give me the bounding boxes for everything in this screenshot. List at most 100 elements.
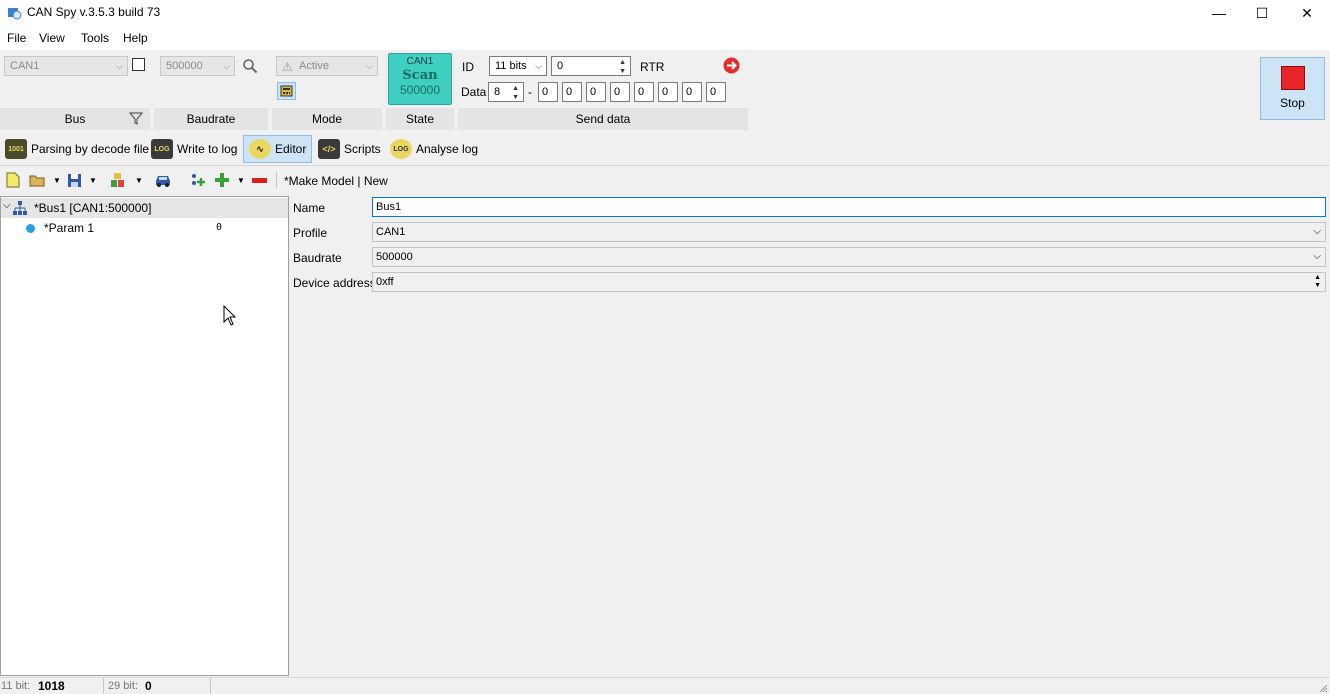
bus-group-footer: Bus bbox=[0, 108, 150, 130]
profile-select[interactable]: CAN1 ⌵ bbox=[372, 222, 1326, 242]
baudrate-field-select[interactable]: 500000 ⌵ bbox=[372, 247, 1326, 267]
id-bits-select[interactable]: 11 bits ⌵ bbox=[489, 56, 547, 76]
state-scan-button[interactable]: CAN1 Scan 500000 bbox=[388, 53, 452, 105]
stop-label: Stop bbox=[1280, 96, 1305, 110]
mode-select[interactable]: ⚠ Active ⌵ bbox=[276, 56, 378, 76]
divider bbox=[103, 678, 104, 694]
app-logo-icon bbox=[6, 5, 22, 21]
data-byte-5[interactable]: 0 bbox=[634, 82, 654, 102]
editor-icon: ∿ bbox=[249, 139, 271, 159]
blocks-icon[interactable] bbox=[110, 172, 126, 188]
status-11bit-value: 1018 bbox=[38, 679, 65, 693]
data-byte-8[interactable]: 0 bbox=[706, 82, 726, 102]
send-data-group-label: Send data bbox=[575, 112, 631, 126]
mode-group-footer: Mode bbox=[272, 108, 382, 130]
model-name-label: *Make Model | New bbox=[284, 174, 388, 188]
chevron-down-icon[interactable]: ▼ bbox=[85, 172, 101, 188]
data-byte-1[interactable]: 0 bbox=[538, 82, 558, 102]
profile-label: Profile bbox=[293, 226, 328, 240]
maximize-button[interactable]: ☐ bbox=[1239, 0, 1285, 26]
resize-grip-icon[interactable] bbox=[1318, 682, 1328, 693]
tree-param1-value: 0 bbox=[216, 222, 223, 233]
chevron-down-icon[interactable]: ▼ bbox=[131, 172, 147, 188]
scripts-button[interactable]: </> Scripts bbox=[318, 135, 381, 163]
data-byte-7[interactable]: 0 bbox=[682, 82, 702, 102]
scripts-label: Scripts bbox=[344, 142, 381, 156]
spinner-arrows-icon[interactable]: ▲ ▼ bbox=[512, 84, 519, 102]
close-button[interactable]: ✕ bbox=[1284, 0, 1330, 26]
analyse-log-label: Analyse log bbox=[416, 142, 479, 156]
spinner-arrows-icon[interactable]: ▲ ▼ bbox=[1314, 274, 1321, 290]
analyse-log-button[interactable]: LOG Analyse log bbox=[390, 135, 478, 163]
state-scan-label: Scan bbox=[402, 68, 438, 83]
warning-icon: ⚠ bbox=[282, 60, 293, 74]
bus-select-value: CAN1 bbox=[10, 60, 40, 72]
tree-param1-label[interactable]: *Param 1 bbox=[44, 221, 94, 235]
decode-file-icon: 1001 bbox=[5, 139, 27, 159]
bus-checkbox[interactable] bbox=[132, 58, 145, 71]
status-29bit-label: 29 bit: bbox=[108, 680, 138, 692]
data-length-value: 8 bbox=[494, 86, 501, 98]
tree-panel: ⌵ *Bus1 [CAN1:500000] *Param 1 0 bbox=[0, 196, 289, 676]
chevron-down-icon[interactable]: ▼ bbox=[233, 172, 249, 188]
remove-icon[interactable] bbox=[251, 172, 267, 188]
send-arrow-icon[interactable] bbox=[723, 57, 740, 74]
stop-button[interactable]: Stop bbox=[1260, 57, 1325, 120]
chevron-down-icon[interactable]: ⌵ bbox=[3, 200, 11, 211]
data-byte-2[interactable]: 0 bbox=[562, 82, 582, 102]
tree-bus1-label[interactable]: *Bus1 [CAN1:500000] bbox=[34, 201, 151, 215]
write-log-button[interactable]: LOG Write to log bbox=[151, 135, 237, 163]
baudrate-select[interactable]: 500000 ⌵ bbox=[160, 56, 235, 76]
param-dot-icon bbox=[26, 224, 35, 233]
magnifier-log-icon: LOG bbox=[390, 139, 412, 159]
name-input[interactable]: Bus1 bbox=[372, 197, 1326, 217]
menu-file[interactable]: File bbox=[7, 31, 26, 45]
log-icon: LOG bbox=[151, 139, 173, 159]
data-byte-3[interactable]: 0 bbox=[586, 82, 606, 102]
open-folder-icon[interactable] bbox=[29, 172, 45, 188]
device-address-input[interactable]: 0xff ▲ ▼ bbox=[372, 272, 1326, 292]
editor-button[interactable]: ∿ Editor bbox=[243, 135, 312, 163]
bus-select[interactable]: CAN1 ⌵ bbox=[4, 56, 128, 76]
chevron-down-icon: ⌵ bbox=[366, 61, 373, 71]
data-length-input[interactable]: 8 ▲ ▼ bbox=[488, 82, 524, 102]
mode-config-button[interactable] bbox=[277, 82, 296, 100]
device-address-label: Device address bbox=[293, 276, 376, 290]
send-data-group-footer: Send data bbox=[458, 108, 748, 130]
window-title: CAN Spy v.3.5.3 build 73 bbox=[27, 5, 161, 19]
id-bits-value: 11 bits bbox=[495, 60, 527, 72]
divider bbox=[210, 678, 211, 694]
data-byte-4[interactable]: 0 bbox=[610, 82, 630, 102]
editor-label: Editor bbox=[275, 142, 307, 156]
baudrate-group-footer: Baudrate bbox=[154, 108, 268, 130]
mode-group-label: Mode bbox=[311, 112, 343, 126]
data-byte-6[interactable]: 0 bbox=[658, 82, 678, 102]
chevron-down-icon: ⌵ bbox=[223, 61, 230, 71]
new-file-icon[interactable] bbox=[5, 172, 21, 188]
chevron-down-icon: ⌵ bbox=[535, 61, 542, 71]
chevron-down-icon: ⌵ bbox=[116, 61, 123, 71]
menu-view[interactable]: View bbox=[39, 31, 65, 45]
chevron-down-icon[interactable]: ▼ bbox=[49, 172, 65, 188]
save-icon[interactable] bbox=[66, 172, 82, 188]
network-tree-icon bbox=[12, 200, 28, 216]
id-label: ID bbox=[462, 60, 474, 74]
search-icon[interactable] bbox=[242, 58, 258, 74]
filter-icon[interactable] bbox=[128, 111, 144, 125]
baudrate-field-value: 500000 bbox=[376, 251, 413, 263]
add-icon[interactable] bbox=[214, 172, 230, 188]
status-11bit-label: 11 bit: bbox=[1, 680, 31, 692]
baudrate-select-value: 500000 bbox=[166, 60, 203, 72]
id-value-text: 0 bbox=[557, 60, 564, 72]
menu-tools[interactable]: Tools bbox=[81, 31, 109, 45]
car-icon[interactable] bbox=[154, 172, 170, 188]
menu-help[interactable]: Help bbox=[123, 31, 148, 45]
minimize-button[interactable]: — bbox=[1196, 0, 1242, 26]
parsing-decode-button[interactable]: 1001 Parsing by decode file bbox=[5, 135, 149, 163]
add-node-icon[interactable] bbox=[189, 172, 205, 188]
spinner-arrows-icon[interactable]: ▲ ▼ bbox=[619, 58, 626, 76]
id-value-input[interactable]: 0 ▲ ▼ bbox=[551, 56, 631, 76]
data-dash: - bbox=[528, 85, 532, 99]
baudrate-group-label: Baudrate bbox=[186, 112, 236, 126]
chevron-down-icon: ⌵ bbox=[1313, 226, 1321, 237]
